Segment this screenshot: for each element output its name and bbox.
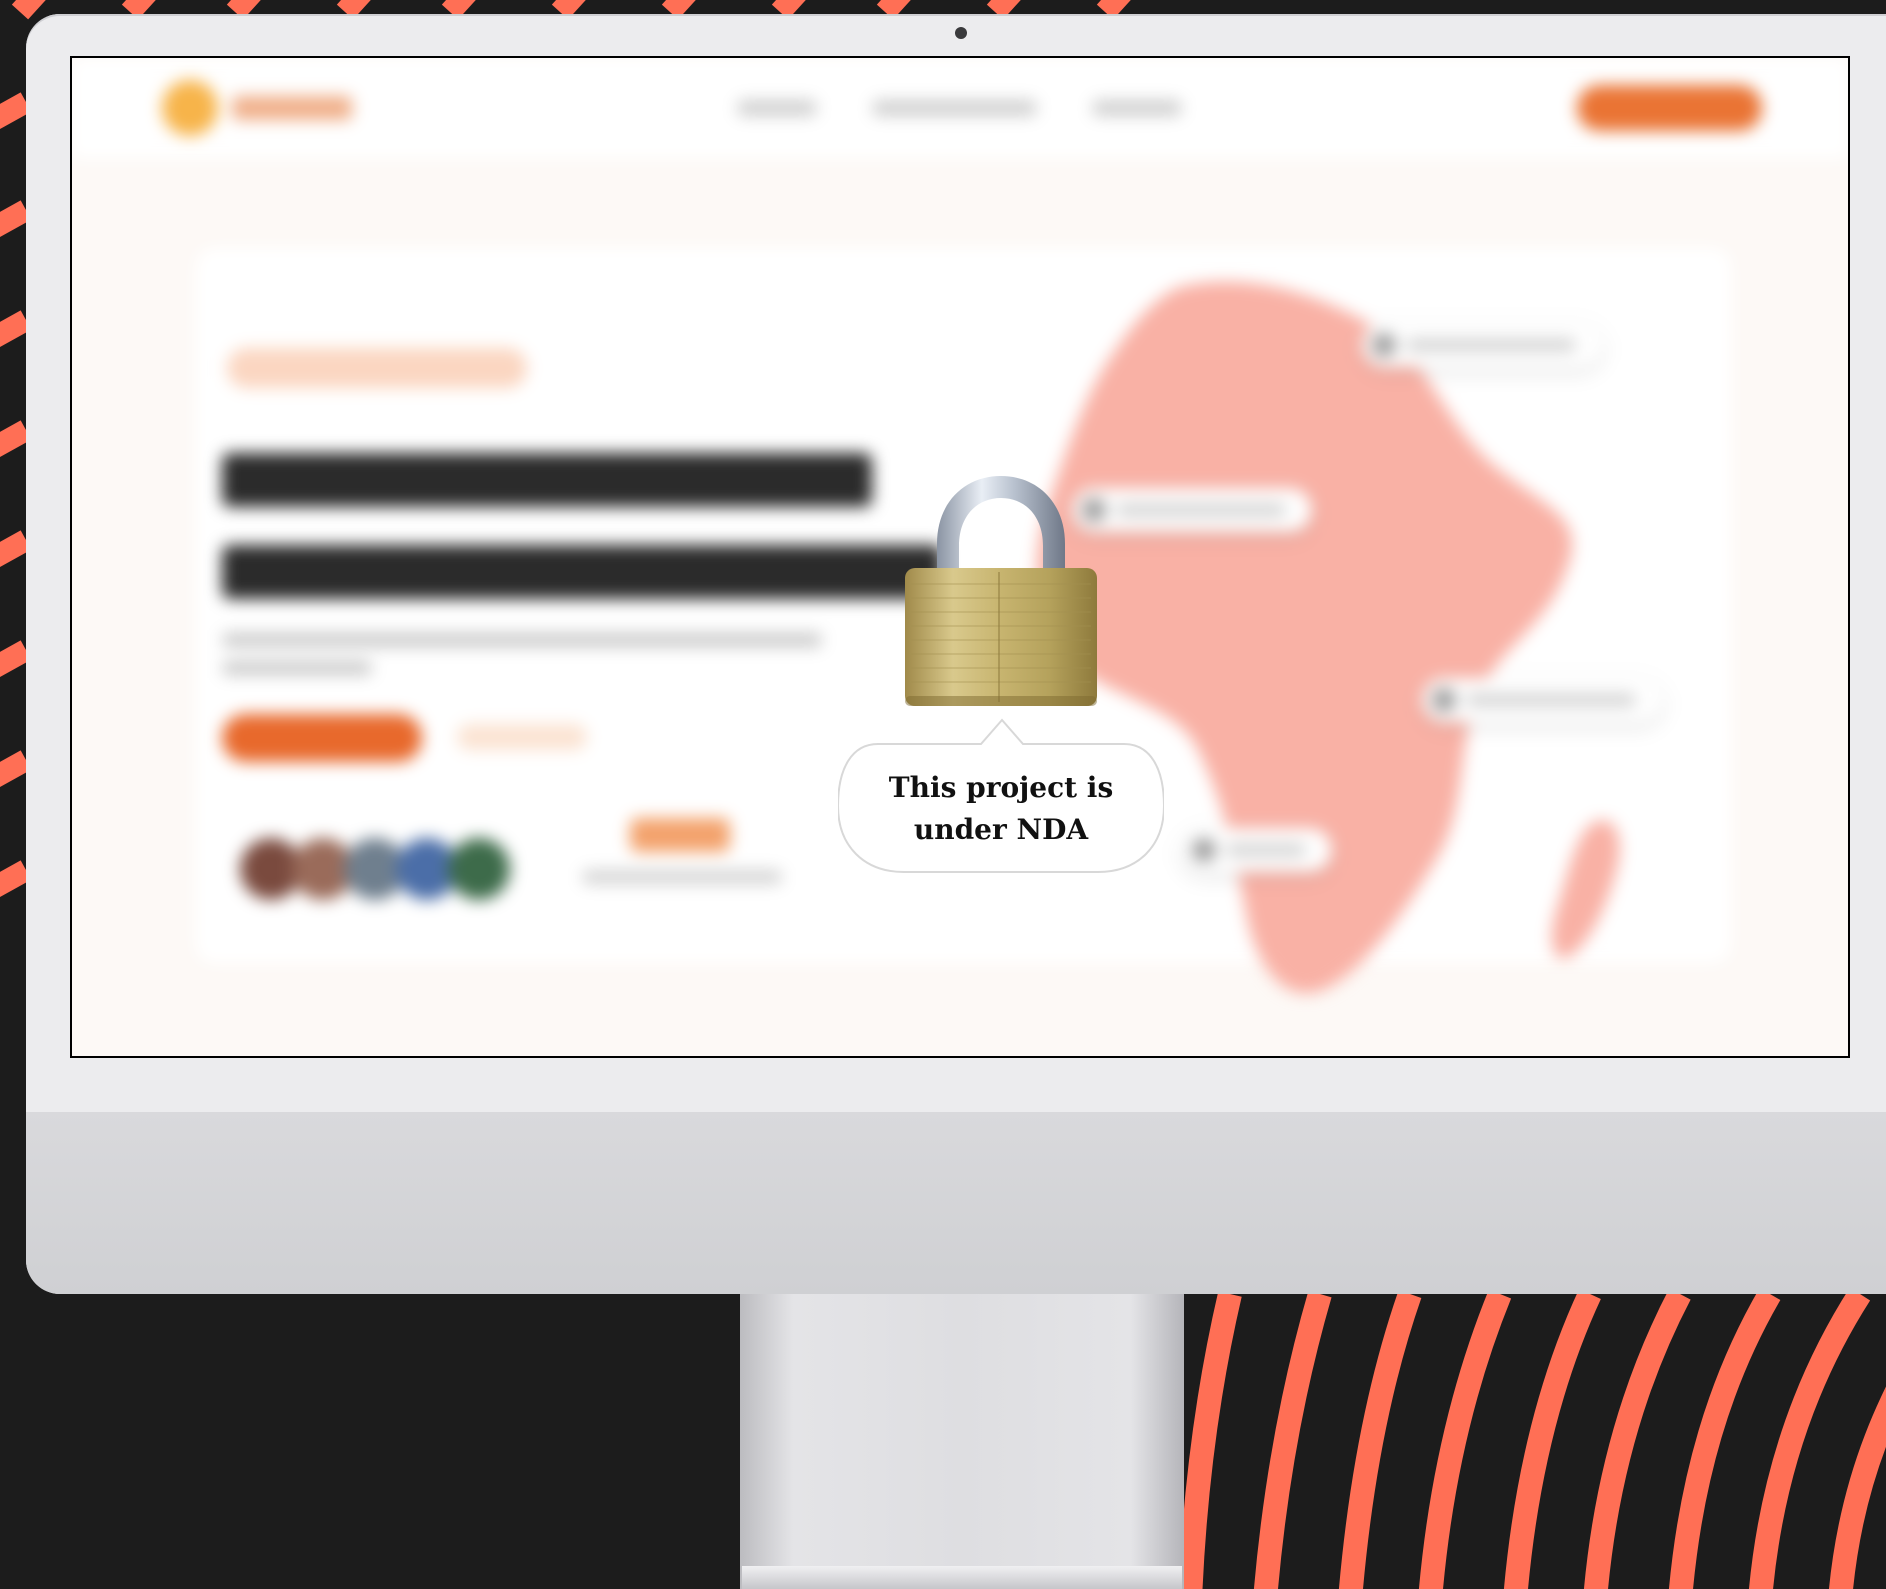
- hero-tag: [227, 348, 527, 388]
- africa-map: [1037, 281, 1620, 994]
- stat-label: [582, 870, 782, 884]
- camera-icon: [955, 27, 967, 39]
- monitor-chin: [26, 1112, 1886, 1294]
- hero-headline: [222, 453, 872, 507]
- header-cta-button: [1577, 85, 1762, 131]
- hero-headline: [222, 545, 942, 599]
- logo-wordmark: [232, 96, 352, 120]
- map-location-chip: [1182, 828, 1332, 872]
- nda-message: This project is under NDA: [888, 771, 1114, 846]
- nav-item: [737, 100, 817, 116]
- hero-primary-button: [222, 714, 422, 762]
- map-location-chip: [1362, 323, 1602, 367]
- monitor-stand-foot: [742, 1566, 1182, 1589]
- stat-number: [630, 818, 730, 852]
- site-header: [72, 58, 1848, 158]
- map-location-chip: [1072, 488, 1312, 532]
- monitor-stand: [740, 1294, 1184, 1589]
- nda-speech-bubble: This project is under NDA: [838, 718, 1164, 876]
- nav-item: [872, 100, 1037, 116]
- hero-subtitle: [222, 633, 822, 647]
- avatar: [448, 838, 510, 900]
- lock-icon: [905, 476, 1097, 706]
- map-location-chip: [1422, 678, 1662, 722]
- nav-item: [1092, 100, 1182, 116]
- hero-secondary-button: [457, 724, 587, 750]
- logo-mark: [162, 80, 218, 136]
- hero-subtitle: [222, 661, 372, 675]
